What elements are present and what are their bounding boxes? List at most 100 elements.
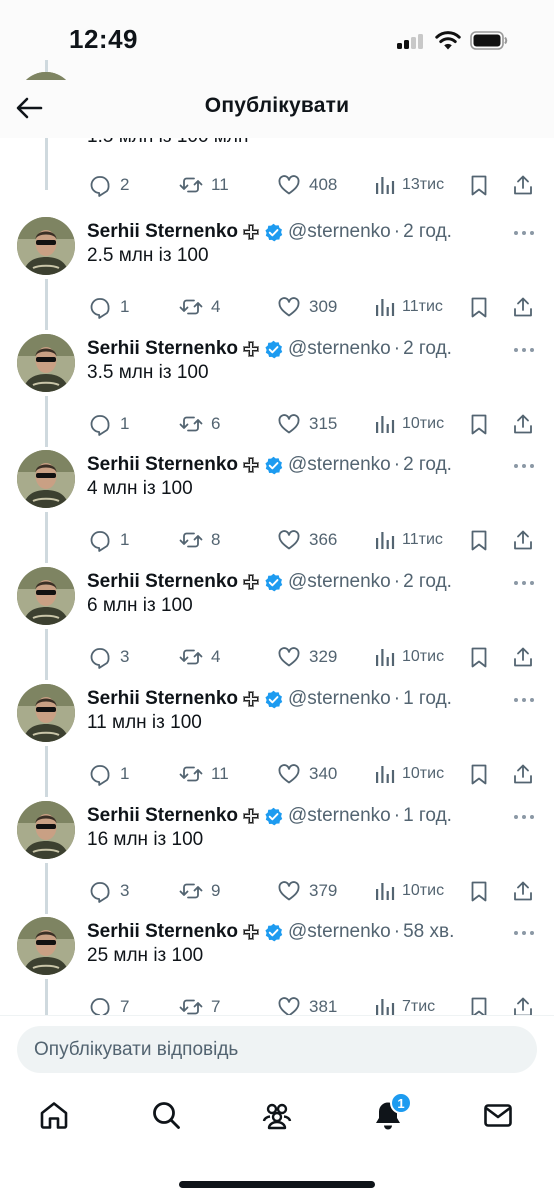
share-icon — [514, 881, 532, 901]
views-button[interactable]: 11тис — [373, 292, 443, 322]
home-icon — [40, 1102, 68, 1129]
author-display-name[interactable]: Serhii Sternenko — [87, 805, 238, 827]
tab-messages[interactable] — [482, 1099, 518, 1135]
reply-button[interactable]: 1 — [88, 759, 129, 789]
tweet-item[interactable]: Serhii Sternenko @sternenko · 1 год. 11 млн … — [0, 684, 554, 800]
bookmark-button[interactable] — [467, 409, 491, 439]
bookmark-button[interactable] — [467, 525, 491, 555]
tweet-timestamp[interactable]: 2 год. — [403, 221, 452, 243]
avatar[interactable] — [17, 334, 75, 392]
retweet-button[interactable]: 7 — [179, 992, 220, 1015]
retweet-button[interactable]: 9 — [179, 876, 220, 906]
more-options-icon[interactable] — [512, 696, 536, 704]
retweet-button[interactable]: 8 — [179, 525, 220, 555]
views-button[interactable]: 11тис — [373, 525, 443, 555]
avatar[interactable] — [17, 567, 75, 625]
author-display-name[interactable]: Serhii Sternenko — [87, 338, 238, 360]
tweet-timestamp[interactable]: 2 год. — [403, 338, 452, 360]
tweet-timestamp[interactable]: 58 хв. — [403, 921, 454, 943]
like-button[interactable]: 340 — [277, 759, 337, 789]
bookmark-button[interactable] — [467, 876, 491, 906]
reply-input[interactable] — [17, 1026, 537, 1073]
reply-button[interactable]: 1 — [88, 525, 129, 555]
bookmark-button[interactable] — [467, 642, 491, 672]
tweet-timestamp[interactable]: 1 год. — [403, 688, 452, 710]
tweet-item[interactable]: Serhii Sternenko @sternenko · 2 год. 3.5 млн… — [0, 334, 554, 450]
author-display-name[interactable]: Serhii Sternenko — [87, 688, 238, 710]
author-handle[interactable]: @sternenko — [288, 921, 391, 943]
views-button[interactable]: 10тис — [373, 409, 444, 439]
author-handle[interactable]: @sternenko — [288, 688, 391, 710]
tab-communities[interactable] — [261, 1099, 297, 1135]
share-button[interactable] — [511, 642, 535, 672]
views-button[interactable]: 13тис — [373, 170, 444, 200]
reply-button[interactable]: 3 — [88, 642, 129, 672]
author-handle[interactable]: @sternenko — [288, 454, 391, 476]
like-button[interactable]: 379 — [277, 876, 337, 906]
avatar[interactable] — [17, 917, 75, 975]
views-button[interactable]: 7тис — [373, 992, 435, 1015]
bookmark-button[interactable] — [467, 759, 491, 789]
share-button[interactable] — [511, 525, 535, 555]
share-button[interactable] — [511, 876, 535, 906]
author-handle[interactable]: @sternenko — [288, 571, 391, 593]
author-display-name[interactable]: Serhii Sternenko — [87, 921, 238, 943]
tweet-item[interactable]: Serhii Sternenko @sternenko · 2 год. 4 млн і… — [0, 450, 554, 566]
tab-search[interactable] — [150, 1099, 186, 1135]
tweet-timestamp[interactable]: 2 год. — [403, 454, 452, 476]
avatar[interactable] — [17, 684, 75, 742]
bookmark-button[interactable] — [467, 170, 491, 200]
more-options-icon[interactable] — [512, 929, 536, 937]
like-button[interactable]: 408 — [277, 170, 337, 200]
tweet-timestamp[interactable]: 1 год. — [403, 805, 452, 827]
tweet-item[interactable]: Serhii Sternenko @sternenko · 1 год. 16 млн … — [0, 801, 554, 917]
reply-button[interactable]: 7 — [88, 992, 129, 1015]
author-handle[interactable]: @sternenko — [288, 805, 391, 827]
avatar[interactable] — [17, 217, 75, 275]
tab-notifications[interactable]: 1 — [372, 1092, 412, 1135]
tweet-item[interactable]: Serhii Sternenko @sternenko · 2 год. 6 млн і… — [0, 567, 554, 683]
more-options-icon[interactable] — [512, 579, 536, 587]
messages-envelope-icon — [484, 1104, 512, 1127]
reply-button[interactable]: 2 — [88, 170, 129, 200]
tab-home[interactable] — [38, 1099, 74, 1135]
retweet-button[interactable]: 4 — [179, 292, 220, 322]
share-button[interactable] — [511, 992, 535, 1015]
retweet-button[interactable]: 11 — [179, 170, 229, 200]
author-display-name[interactable]: Serhii Sternenko — [87, 571, 238, 593]
views-button[interactable]: 10тис — [373, 642, 444, 672]
reply-button[interactable]: 1 — [88, 409, 129, 439]
tweet-item[interactable]: Serhii Sternenko @sternenko · 58 хв. 25 млн … — [0, 917, 554, 1015]
views-button[interactable]: 10тис — [373, 759, 444, 789]
like-button[interactable]: 366 — [277, 525, 337, 555]
like-button[interactable]: 381 — [277, 992, 337, 1015]
tweet-item[interactable]: Serhii Sternenko @sternenko · 2 год. 2.5 млн… — [0, 217, 554, 333]
share-button[interactable] — [511, 170, 535, 200]
more-options-icon[interactable] — [512, 462, 536, 470]
like-button[interactable]: 309 — [277, 292, 337, 322]
share-button[interactable] — [511, 759, 535, 789]
bookmark-button[interactable] — [467, 292, 491, 322]
retweet-button[interactable]: 6 — [179, 409, 220, 439]
tweet-timestamp[interactable]: 2 год. — [403, 571, 452, 593]
share-button[interactable] — [511, 409, 535, 439]
like-button[interactable]: 315 — [277, 409, 337, 439]
reply-button[interactable]: 3 — [88, 876, 129, 906]
thread-feed[interactable]: 1.5 млн із 100 млн21140813тисSerhii Ster… — [0, 60, 554, 1015]
reply-button[interactable]: 1 — [88, 292, 129, 322]
more-options-icon[interactable] — [512, 813, 536, 821]
bookmark-button[interactable] — [467, 992, 491, 1015]
more-options-icon[interactable] — [512, 229, 536, 237]
avatar[interactable] — [17, 450, 75, 508]
author-display-name[interactable]: Serhii Sternenko — [87, 454, 238, 476]
views-button[interactable]: 10тис — [373, 876, 444, 906]
like-button[interactable]: 329 — [277, 642, 337, 672]
share-button[interactable] — [511, 292, 535, 322]
author-handle[interactable]: @sternenko — [288, 221, 391, 243]
retweet-button[interactable]: 11 — [179, 759, 229, 789]
author-display-name[interactable]: Serhii Sternenko — [87, 221, 238, 243]
more-options-icon[interactable] — [512, 346, 536, 354]
author-handle[interactable]: @sternenko — [288, 338, 391, 360]
avatar[interactable] — [17, 801, 75, 859]
retweet-button[interactable]: 4 — [179, 642, 220, 672]
